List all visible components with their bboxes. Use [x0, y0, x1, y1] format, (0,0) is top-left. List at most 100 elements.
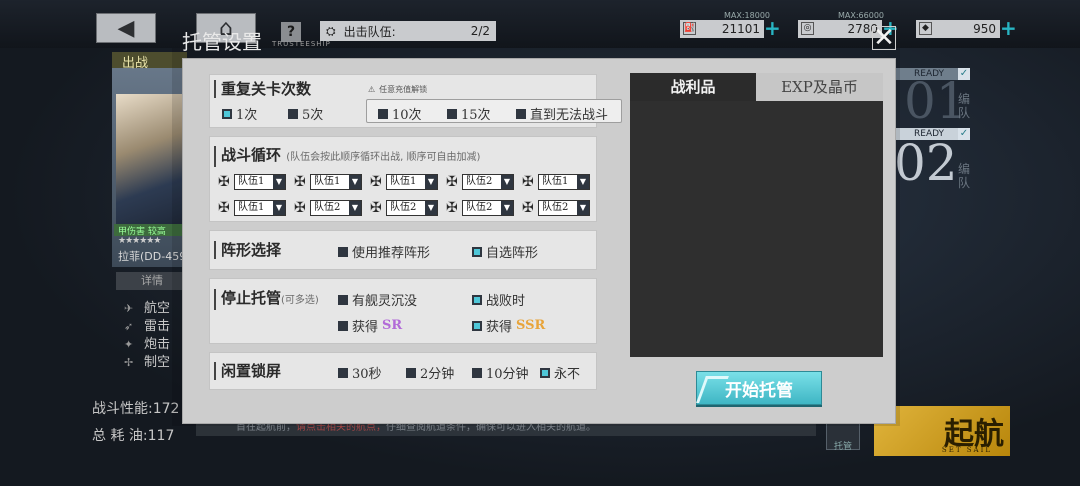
fleet-dropdown[interactable]: 队伍1 ▼	[538, 174, 590, 190]
fleet-dropdown[interactable]: 队伍2 ▼	[462, 174, 514, 190]
checkbox[interactable]	[447, 108, 457, 119]
formation-custom[interactable]: 自选阵形	[472, 242, 538, 261]
dropdown-arrow-icon: ▼	[273, 175, 285, 189]
oil-add-button[interactable]: +	[764, 18, 781, 38]
checkbox[interactable]	[516, 108, 526, 119]
back-button[interactable]: ◀	[96, 13, 156, 43]
tab-loot[interactable]: 战利品	[630, 73, 756, 101]
loop-note: (队伍会按此顺序循环出战, 顺序可自由加减)	[286, 152, 481, 163]
ship-icon: ✠	[446, 200, 458, 216]
stop-on-ssr[interactable]: 获得 SSR	[472, 316, 545, 335]
loop-section: 战斗循环 (队伍会按此顺序循环出战, 顺序可自由加减) ✠ 队伍1 ▼ ✠ 队伍1 ▼ …	[209, 136, 597, 222]
dropdown-arrow-icon: ▼	[349, 201, 361, 215]
oil-value: 21101	[721, 22, 760, 36]
gem-resource: ◆ 950	[916, 20, 1000, 38]
fleet-dropdown[interactable]: 队伍2 ▼	[538, 200, 590, 216]
repeat-note: ⚠ 任意充值解锁	[368, 85, 428, 94]
loop-slot[interactable]: ✠ 队伍1 ▼	[216, 174, 286, 190]
idle-section: 闲置锁屏 30秒 2分钟 10分钟 永不	[209, 352, 597, 390]
stop-on-sr[interactable]: 获得 SR	[338, 316, 402, 335]
dropdown-arrow-icon: ▼	[273, 201, 285, 215]
stop-note: (可多选)	[281, 295, 319, 306]
loop-slot[interactable]: ✠ 队伍1 ▼	[368, 174, 438, 190]
loop-slot[interactable]: ✠ 队伍1 ▼	[216, 200, 286, 216]
repeat-option-5[interactable]: 5次	[288, 104, 323, 123]
oil-icon: ⛽	[683, 22, 696, 35]
sortie-value: 2/2	[470, 24, 490, 38]
start-trusteeship-button[interactable]: 开始托管	[696, 371, 822, 405]
oil-resource: ⛽ 21101	[680, 20, 764, 38]
repeat-option-10[interactable]: 10次	[378, 104, 422, 123]
dropdown-arrow-icon: ▼	[577, 175, 589, 189]
stop-on-defeat[interactable]: 战败时	[472, 290, 525, 309]
loop-slot[interactable]: ✠ 队伍2 ▼	[292, 200, 362, 216]
coin-icon: ◎	[801, 22, 814, 35]
torpedo-icon: ➶	[124, 320, 134, 333]
idle-never[interactable]: 永不	[540, 363, 580, 382]
back-arrow-icon: ◀	[117, 15, 135, 41]
dropdown-arrow-icon: ▼	[501, 175, 513, 189]
fleet-dropdown[interactable]: 队伍1 ▼	[386, 174, 438, 190]
checkbox[interactable]	[406, 367, 416, 378]
close-button[interactable]: ✕	[872, 25, 896, 51]
gem-add-button[interactable]: +	[1000, 18, 1017, 38]
help-button[interactable]: ?	[281, 22, 301, 42]
repeat-option-until[interactable]: 直到无法战斗	[516, 104, 608, 123]
checkbox[interactable]	[338, 320, 348, 331]
dropdown-arrow-icon: ▼	[577, 201, 589, 215]
air-icon: ✢	[124, 356, 134, 369]
gem-icon: ◆	[919, 22, 932, 35]
fleet-dropdown[interactable]: 队伍2 ▼	[310, 200, 362, 216]
fleet-2-check-icon[interactable]: ✓	[958, 128, 970, 140]
fleet-dropdown[interactable]: 队伍2 ▼	[386, 200, 438, 216]
checkbox[interactable]	[472, 246, 482, 257]
fleet-2-number[interactable]: 02	[894, 134, 958, 192]
checkbox[interactable]	[338, 367, 348, 378]
idle-10min[interactable]: 10分钟	[472, 363, 529, 382]
checkbox[interactable]	[222, 108, 232, 119]
checkbox[interactable]	[288, 108, 298, 119]
checkbox[interactable]	[540, 367, 550, 378]
checkbox[interactable]	[338, 246, 348, 257]
ship-icon: ✠	[218, 200, 230, 216]
ship-icon: ✠	[218, 174, 230, 190]
loop-slot[interactable]: ✠ 队伍1 ▼	[292, 174, 362, 190]
ship-icon: ✠	[370, 200, 382, 216]
ship-icon: ✠	[294, 174, 306, 190]
checkbox[interactable]	[472, 294, 482, 305]
stop-on-sink[interactable]: 有舰灵沉没	[338, 290, 417, 309]
loop-slot[interactable]: ✠ 队伍2 ▼	[444, 174, 514, 190]
ship-icon: ✠	[294, 200, 306, 216]
stop-section: 停止托管(可多选) 有舰灵沉没 战败时 获得 SR 获得 SSR	[209, 278, 597, 344]
ship-icon: ✠	[370, 174, 382, 190]
loop-title: 战斗循环 (队伍会按此顺序循环出战, 顺序可自由加减)	[214, 146, 480, 167]
sortie-label: 出击队伍:	[343, 24, 396, 39]
loop-slot[interactable]: ✠ 队伍1 ▼	[520, 174, 590, 190]
coin-max-label: MAX:66000	[838, 11, 884, 20]
repeat-option-1[interactable]: 1次	[222, 104, 257, 123]
fleet-icon: ⛭	[326, 23, 336, 38]
idle-2min[interactable]: 2分钟	[406, 363, 454, 382]
skill-item: ✈ 航空	[124, 301, 171, 316]
loop-slot[interactable]: ✠ 队伍2 ▼	[368, 200, 438, 216]
checkbox[interactable]	[338, 294, 348, 305]
checkbox[interactable]	[378, 108, 388, 119]
fleet-dropdown[interactable]: 队伍1 ▼	[310, 174, 362, 190]
idle-30s[interactable]: 30秒	[338, 363, 382, 382]
formation-section: 阵形选择 使用推荐阵形 自选阵形	[209, 230, 597, 270]
fleet-dropdown[interactable]: 队伍2 ▼	[462, 200, 514, 216]
loop-slot[interactable]: ✠ 队伍2 ▼	[444, 200, 514, 216]
formation-recommended[interactable]: 使用推荐阵形	[338, 242, 430, 261]
checkbox[interactable]	[472, 367, 482, 378]
loop-slot[interactable]: ✠ 队伍2 ▼	[520, 200, 590, 216]
warning-icon: ⚠	[368, 85, 376, 94]
checkbox[interactable]	[472, 320, 482, 331]
fleet-dropdown[interactable]: 队伍1 ▼	[234, 174, 286, 190]
repeat-option-15[interactable]: 15次	[447, 104, 491, 123]
fleet-dropdown[interactable]: 队伍1 ▼	[234, 200, 286, 216]
modal-title: 托管设置	[182, 30, 262, 54]
plane-icon: ✈	[124, 302, 134, 315]
stop-title: 停止托管(可多选)	[214, 289, 319, 310]
tab-exp[interactable]: EXP及晶币	[756, 73, 883, 101]
fleet-2-label: 编队	[958, 162, 971, 190]
